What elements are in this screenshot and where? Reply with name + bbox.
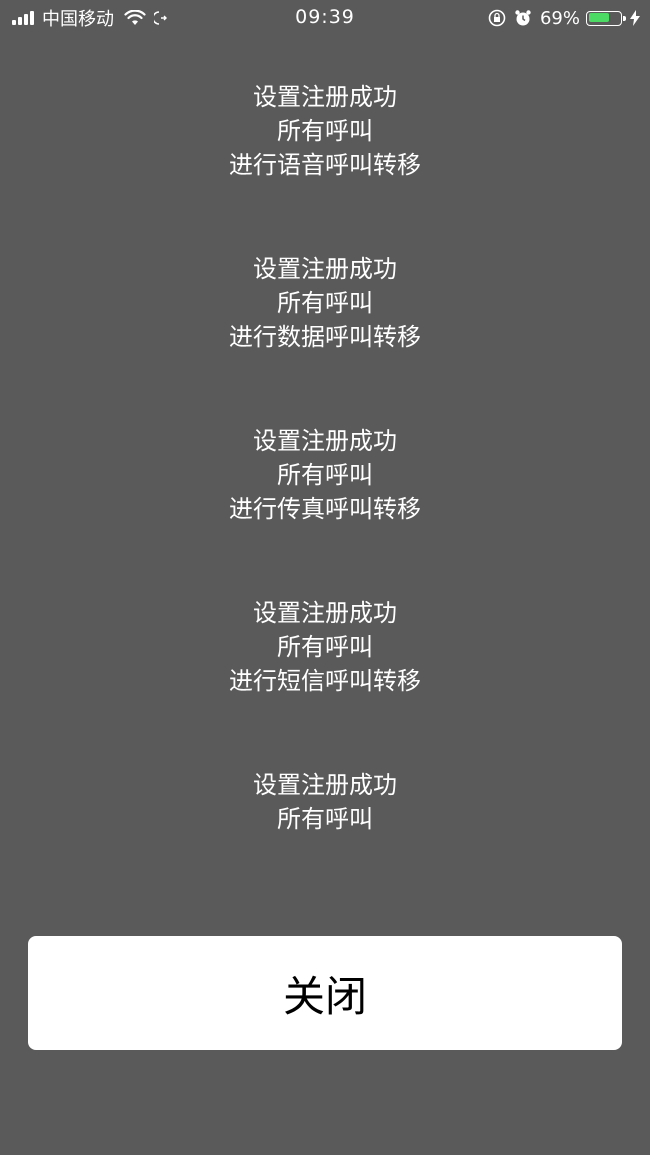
ussd-result-screen: 中国移动 09:39 69% 设置注册成功 所有呼叫 进行语音呼叫转移 设置注册… (0, 0, 650, 1155)
message-line: 所有呼叫 (277, 805, 373, 833)
message-block: 设置注册成功 所有呼叫进行数据呼叫转移 (0, 252, 650, 354)
message-line: 所有呼叫 (277, 117, 373, 145)
message-line: 所有呼叫 (277, 633, 373, 661)
message-line: 进行数据呼叫转移 (229, 323, 421, 351)
message-line: 进行语音呼叫转移 (229, 151, 421, 179)
alarm-icon (515, 10, 531, 26)
message-block: 设置注册成功 所有呼叫进行短信呼叫转移 (0, 596, 650, 698)
charging-bolt-icon (630, 10, 640, 26)
message-line: 所有呼叫 (277, 289, 373, 317)
battery-icon (586, 10, 626, 26)
status-bar: 中国移动 09:39 69% (0, 0, 650, 38)
orientation-lock-icon (488, 9, 506, 27)
message-line: 所有呼叫 (277, 461, 373, 489)
close-button[interactable]: 关闭 (28, 936, 622, 1050)
battery-percent: 69% (539, 7, 580, 29)
message-line: 设置注册成功 (253, 83, 397, 111)
message-line: 设置注册成功 (253, 771, 397, 799)
message-block: 设置注册成功 所有呼叫进行传真呼叫转移 (0, 424, 650, 526)
message-line: 设置注册成功 (253, 427, 397, 455)
message-line: 进行传真呼叫转移 (229, 495, 421, 523)
status-bar-right: 69% (488, 6, 640, 30)
message-line: 进行短信呼叫转移 (229, 667, 421, 695)
message-block: 设置注册成功 所有呼叫 (0, 768, 650, 836)
message-line: 设置注册成功 (253, 599, 397, 627)
ussd-message-list[interactable]: 设置注册成功 所有呼叫 进行语音呼叫转移 设置注册成功 所有呼叫 进行数据呼叫转移 设置注册… (0, 80, 650, 850)
battery-fill (588, 13, 610, 22)
message-block: 设置注册成功 所有呼叫进行语音呼叫转移 (0, 80, 650, 182)
message-line: 设置注册成功 (253, 255, 397, 283)
